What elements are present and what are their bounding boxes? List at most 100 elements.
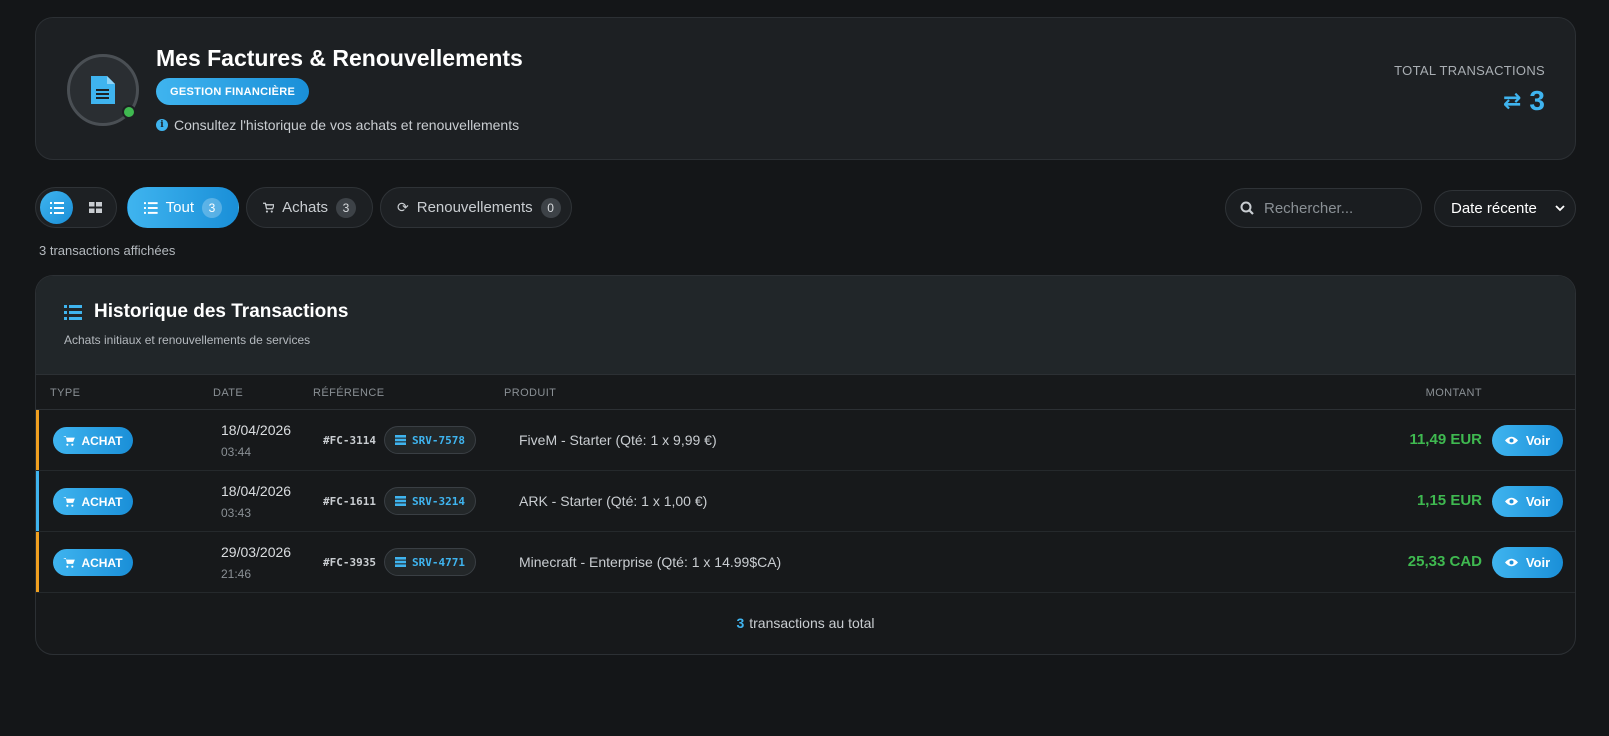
product-name: FiveM - Starter (Qté: 1 x 9,99 €) bbox=[519, 432, 717, 448]
search-icon bbox=[1240, 201, 1254, 215]
online-status-dot bbox=[122, 105, 136, 119]
eye-icon bbox=[1504, 497, 1518, 506]
type-badge: ACHAT bbox=[53, 488, 133, 515]
filter-purchases-button[interactable]: Achats 3 bbox=[246, 187, 373, 228]
column-header-amount: MONTANT bbox=[1425, 387, 1482, 399]
search-input[interactable] bbox=[1264, 199, 1404, 217]
cart-icon bbox=[63, 435, 76, 446]
total-transactions-value: ⇄ 3 bbox=[1503, 85, 1545, 117]
server-icon bbox=[395, 496, 406, 506]
filter-purchases-count: 3 bbox=[336, 197, 356, 218]
cart-icon bbox=[263, 202, 275, 213]
transaction-time: 21:46 bbox=[221, 567, 252, 581]
server-reference-label: SRV-4771 bbox=[412, 555, 465, 569]
view-invoice-button[interactable]: Voir bbox=[1492, 486, 1563, 517]
invoice-reference: #FC-3114 bbox=[323, 434, 376, 447]
type-badge: ACHAT bbox=[53, 549, 133, 576]
list-icon bbox=[144, 201, 158, 214]
view-invoice-button[interactable]: Voir bbox=[1492, 425, 1563, 456]
product-name: ARK - Starter (Qté: 1 x 1,00 €) bbox=[519, 493, 708, 509]
cart-icon bbox=[63, 557, 76, 568]
section-badge: GESTION FINANCIÈRE bbox=[156, 78, 310, 105]
type-badge-label: ACHAT bbox=[81, 555, 123, 570]
page-subtitle-text: Consultez l'historique de vos achats et … bbox=[174, 117, 520, 133]
list-icon bbox=[49, 201, 64, 214]
transactions-subtitle: Achats initiaux et renouvellements de se… bbox=[64, 333, 311, 347]
invoice-reference: #FC-3935 bbox=[323, 556, 376, 569]
type-badge: ACHAT bbox=[53, 427, 133, 454]
footer-transaction-count: 3 bbox=[736, 615, 745, 631]
chevron-down-icon bbox=[1555, 205, 1565, 212]
exchange-icon: ⇄ bbox=[1502, 88, 1522, 113]
transactions-card: Historique des Transactions Achats initi… bbox=[35, 275, 1576, 655]
list-icon bbox=[64, 304, 82, 320]
page-title: Mes Factures & Renouvellements bbox=[156, 45, 523, 71]
sort-select-value: Date récente bbox=[1451, 200, 1537, 217]
column-header-type: TYPE bbox=[50, 387, 81, 399]
filter-renewals-label: Renouvellements bbox=[416, 199, 533, 216]
eye-icon bbox=[1504, 558, 1518, 567]
column-header-date: DATE bbox=[213, 387, 244, 399]
server-reference-label: SRV-3214 bbox=[412, 494, 465, 508]
table-row: ACHAT 18/04/2026 03:44 #FC-3114 SRV-7578… bbox=[36, 410, 1575, 471]
sort-select[interactable]: Date récente bbox=[1434, 190, 1576, 227]
cart-icon bbox=[63, 496, 76, 507]
server-icon bbox=[395, 557, 406, 567]
filter-renewals-button[interactable]: ⟳ Renouvellements 0 bbox=[380, 187, 572, 228]
transaction-time: 03:44 bbox=[221, 445, 252, 459]
view-invoice-label: Voir bbox=[1525, 433, 1551, 448]
info-icon: i bbox=[156, 119, 168, 131]
filter-purchases-label: Achats bbox=[282, 199, 328, 216]
invoice-avatar bbox=[67, 54, 139, 126]
column-header-reference: RÉFÉRENCE bbox=[313, 387, 385, 399]
search-box bbox=[1225, 188, 1422, 228]
column-header-product: PRODUIT bbox=[504, 387, 557, 399]
view-toggle bbox=[35, 187, 117, 228]
filter-all-label: Tout bbox=[165, 199, 194, 216]
shown-transactions-count: 3 transactions affichées bbox=[39, 243, 176, 258]
transactions-card-header: Historique des Transactions Achats initi… bbox=[36, 276, 1575, 375]
eye-icon bbox=[1504, 436, 1518, 445]
invoice-reference: #FC-1611 bbox=[323, 495, 376, 508]
server-icon bbox=[395, 435, 406, 445]
type-badge-label: ACHAT bbox=[81, 433, 123, 448]
page-subtitle: i Consultez l'historique de vos achats e… bbox=[156, 117, 519, 133]
transaction-amount: 11,49 EUR bbox=[1409, 431, 1482, 448]
transaction-amount: 25,33 CAD bbox=[1407, 553, 1482, 570]
grid-view-button[interactable] bbox=[79, 191, 112, 224]
row-accent-bar bbox=[36, 410, 39, 470]
transaction-date: 18/04/2026 bbox=[221, 422, 292, 438]
refresh-icon: ⟳ bbox=[397, 199, 409, 215]
list-view-button[interactable] bbox=[40, 191, 73, 224]
filter-renewals-count: 0 bbox=[540, 197, 561, 218]
table-footer: 3 transactions au total bbox=[36, 592, 1575, 654]
view-invoice-label: Voir bbox=[1525, 555, 1551, 570]
document-icon bbox=[91, 76, 115, 104]
transactions-title: Historique des Transactions bbox=[64, 301, 348, 323]
view-invoice-label: Voir bbox=[1525, 494, 1551, 509]
footer-transaction-text: transactions au total bbox=[749, 615, 875, 631]
row-accent-bar bbox=[36, 532, 39, 592]
transaction-date: 29/03/2026 bbox=[221, 544, 292, 560]
product-name: Minecraft - Enterprise (Qté: 1 x 14.99$C… bbox=[519, 554, 782, 570]
type-badge-label: ACHAT bbox=[81, 494, 123, 509]
total-transactions-count: 3 bbox=[1529, 85, 1545, 116]
table-header-row: TYPE DATE RÉFÉRENCE PRODUIT MONTANT bbox=[36, 375, 1575, 410]
server-reference-label: SRV-7578 bbox=[412, 433, 465, 447]
filter-all-count: 3 bbox=[202, 197, 222, 218]
total-transactions-label: TOTAL TRANSACTIONS bbox=[1394, 63, 1545, 78]
header-card: Mes Factures & Renouvellements GESTION F… bbox=[35, 17, 1576, 160]
transaction-time: 03:43 bbox=[221, 506, 252, 520]
server-reference-link[interactable]: SRV-4771 bbox=[384, 548, 476, 576]
server-reference-link[interactable]: SRV-3214 bbox=[384, 487, 476, 515]
view-invoice-button[interactable]: Voir bbox=[1492, 547, 1563, 578]
transaction-date: 18/04/2026 bbox=[221, 483, 292, 499]
table-row: ACHAT 29/03/2026 21:46 #FC-3935 SRV-4771… bbox=[36, 532, 1575, 593]
filter-all-button[interactable]: Tout 3 bbox=[127, 187, 239, 228]
server-reference-link[interactable]: SRV-7578 bbox=[384, 426, 476, 454]
table-row: ACHAT 18/04/2026 03:43 #FC-1611 SRV-3214… bbox=[36, 471, 1575, 532]
transactions-title-text: Historique des Transactions bbox=[94, 301, 349, 322]
transaction-amount: 1,15 EUR bbox=[1416, 492, 1482, 509]
grid-icon bbox=[89, 202, 102, 213]
row-accent-bar bbox=[36, 471, 39, 531]
